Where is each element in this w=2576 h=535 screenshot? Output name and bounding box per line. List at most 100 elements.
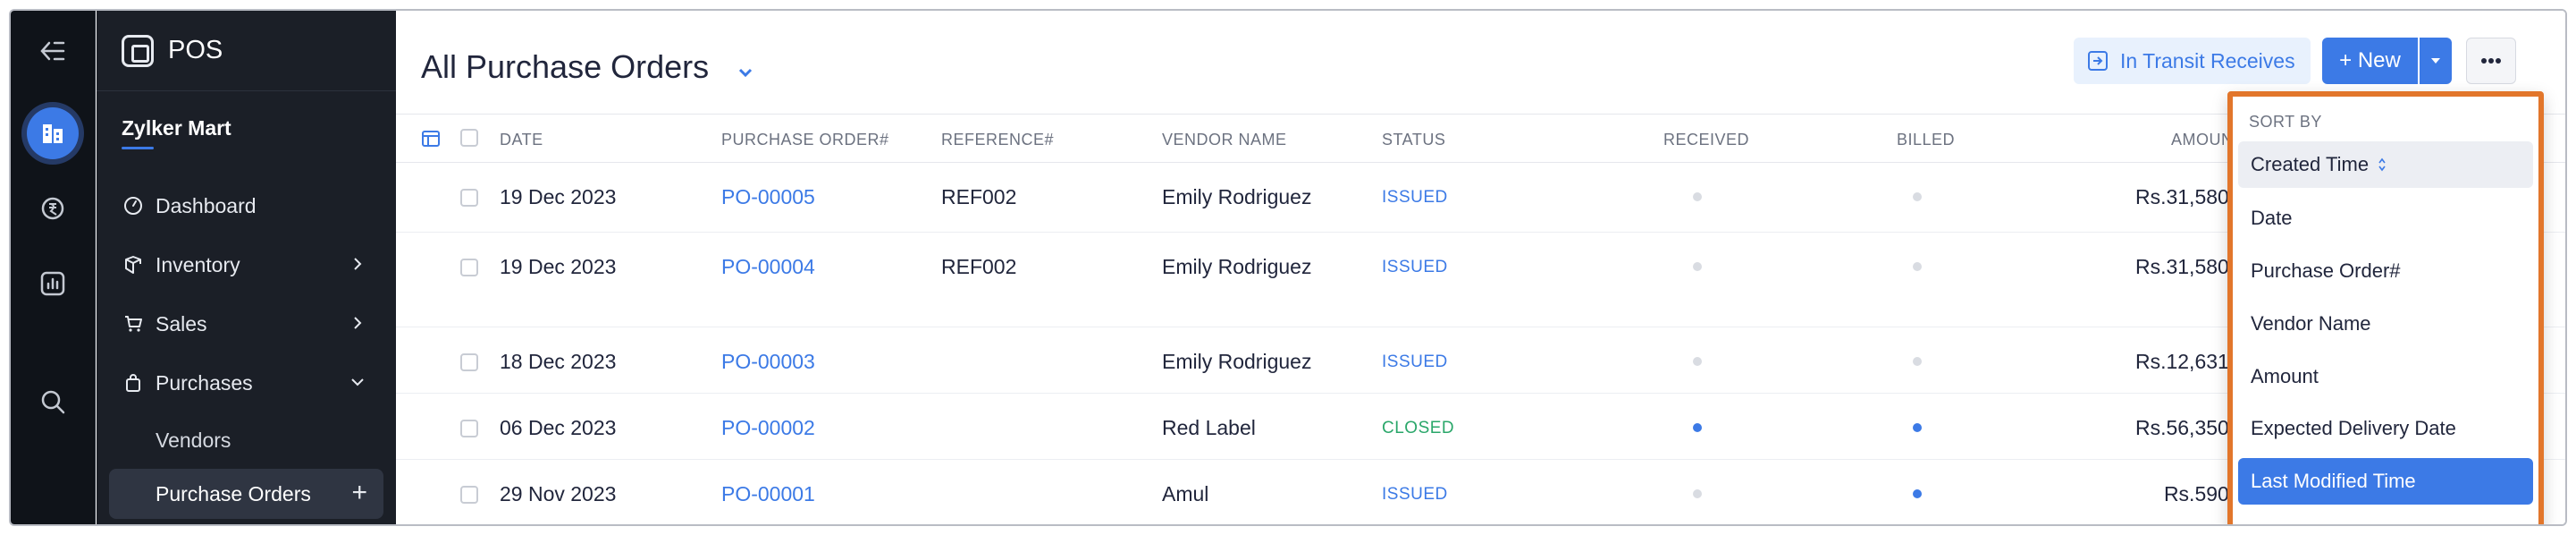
sort-option-purchase-order[interactable]: Purchase Order# [2238, 248, 2533, 294]
row-checkbox[interactable] [460, 259, 478, 276]
more-dots-icon [2481, 58, 2501, 64]
sort-option-amount[interactable]: Amount [2238, 353, 2533, 400]
cell-vendor-name: Emily Rodriguez [1162, 350, 1312, 373]
sidebar-item-sales[interactable]: Sales [109, 299, 383, 349]
column-header-date[interactable]: DATE [500, 131, 543, 149]
cell-purchase-order-link[interactable]: PO-00005 [721, 185, 815, 209]
transit-icon [2088, 51, 2108, 71]
sort-option-last-modified-time[interactable]: Last Modified Time [2238, 458, 2533, 505]
sidebar-item-label: Sales [156, 311, 207, 335]
column-header-billed[interactable]: BILLED [1897, 131, 1955, 149]
column-header-reference[interactable]: REFERENCE# [941, 131, 1054, 149]
sort-option-label: Expected Delivery Date [2251, 417, 2456, 439]
sidebar-item-label: Purchase Orders [156, 481, 311, 505]
cell-amount: Rs.12,631.0 [2134, 350, 2246, 373]
chevron-down-icon [351, 378, 364, 386]
sort-by-heading: SORT BY [2249, 113, 2322, 131]
row-checkbox[interactable] [460, 189, 478, 207]
column-header-purchase-order[interactable]: PURCHASE ORDER# [721, 131, 889, 149]
sort-option-label: Vendor Name [2251, 312, 2371, 335]
currency-icon[interactable] [30, 186, 75, 231]
dashboard-icon [123, 196, 143, 216]
app-name: POS [168, 36, 223, 64]
received-status-dot [1693, 423, 1702, 432]
company-name[interactable]: Zylker Mart [122, 116, 232, 140]
new-button[interactable]: + New [2322, 38, 2418, 84]
sort-option-label: Created Time [2251, 153, 2370, 175]
column-header-received[interactable]: RECEIVED [1663, 131, 1749, 149]
cell-purchase-order-link[interactable]: PO-00004 [721, 255, 815, 279]
select-all-checkbox[interactable] [460, 129, 478, 147]
cell-purchase-order-link[interactable]: PO-00001 [721, 482, 815, 506]
cell-vendor-name: Red Label [1162, 416, 1256, 439]
sidebar-item-purchases[interactable]: Purchases [109, 358, 383, 408]
sidebar-item-vendors[interactable]: Vendors [109, 415, 383, 465]
cell-date: 29 Nov 2023 [500, 482, 617, 505]
cell-purchase-order-link[interactable]: PO-00003 [721, 350, 815, 374]
icon-rail [11, 11, 96, 524]
cell-amount: Rs.31,580.2 [2134, 255, 2246, 278]
more-options-button[interactable] [2466, 38, 2516, 84]
billed-status-dot [1913, 262, 1922, 271]
sort-option-created-time[interactable]: Created Time [2238, 141, 2533, 188]
row-checkbox[interactable] [460, 420, 478, 437]
cell-amount: Rs.590.0 [2163, 482, 2246, 505]
inventory-icon [123, 255, 143, 275]
sidebar: POS Zylker Mart Dashboard Inventory Sale… [97, 11, 396, 524]
sort-option-label: Purchase Order# [2251, 259, 2401, 282]
app-header[interactable]: POS [97, 11, 396, 91]
add-purchase-order-icon[interactable]: + [351, 480, 367, 506]
column-header-status[interactable]: STATUS [1382, 131, 1445, 149]
sidebar-item-label: Inventory [156, 252, 240, 276]
cell-date: 06 Dec 2023 [500, 416, 617, 439]
cell-vendor-name: Emily Rodriguez [1162, 255, 1312, 278]
view-selector-chevron-icon[interactable] [736, 63, 755, 82]
sidebar-item-purchase-orders[interactable]: Purchase Orders + [109, 469, 383, 519]
new-options-button[interactable] [2420, 38, 2452, 84]
cell-vendor-name: Emily Rodriguez [1162, 185, 1312, 208]
cell-purchase-order-link[interactable]: PO-00002 [721, 416, 815, 440]
cell-date: 19 Dec 2023 [500, 185, 617, 208]
caret-down-icon [2431, 58, 2440, 64]
received-status-dot [1693, 192, 1702, 201]
cell-reference: REF002 [941, 255, 1017, 278]
cell-vendor-name: Amul [1162, 482, 1209, 505]
sort-option-label: Last Modified Time [2251, 470, 2416, 492]
row-checkbox[interactable] [460, 353, 478, 371]
reports-icon[interactable] [30, 261, 75, 306]
column-header-vendor-name[interactable]: VENDOR NAME [1162, 131, 1287, 149]
row-checkbox[interactable] [460, 486, 478, 504]
sidebar-item-dashboard[interactable]: Dashboard [109, 181, 383, 231]
cell-date: 19 Dec 2023 [500, 255, 617, 278]
in-transit-label: In Transit Receives [2120, 48, 2295, 72]
app-window: POS Zylker Mart Dashboard Inventory Sale… [9, 9, 2567, 526]
status-badge: ISSUED [1382, 258, 1448, 276]
in-transit-receives-button[interactable]: In Transit Receives [2074, 38, 2311, 84]
received-status-dot [1693, 489, 1702, 498]
collapse-sidebar-icon[interactable] [30, 29, 75, 73]
sort-option-vendor-name[interactable]: Vendor Name [2238, 301, 2533, 347]
chevron-right-icon [354, 258, 362, 270]
sidebar-item-label: Dashboard [156, 193, 257, 217]
received-status-dot [1693, 262, 1702, 271]
billed-status-dot [1913, 423, 1922, 432]
sort-option-label: Date [2251, 207, 2293, 229]
cell-amount: Rs.56,350.0 [2134, 416, 2246, 439]
bag-icon [123, 373, 143, 393]
sort-option-date[interactable]: Date [2238, 195, 2533, 242]
page-title[interactable]: All Purchase Orders [421, 48, 709, 86]
sort-option-expected-delivery-date[interactable]: Expected Delivery Date [2238, 405, 2533, 452]
sort-by-menu: SORT BY Created Time Date Purchase Order… [2227, 91, 2544, 524]
received-status-dot [1693, 357, 1702, 366]
cell-date: 18 Dec 2023 [500, 350, 617, 373]
sidebar-item-inventory[interactable]: Inventory [109, 240, 383, 290]
column-settings-icon[interactable] [421, 129, 441, 149]
status-badge: ISSUED [1382, 188, 1448, 207]
search-icon[interactable] [30, 379, 75, 424]
pos-logo-icon [122, 34, 154, 67]
org-building-icon[interactable] [27, 107, 79, 159]
sort-option-label: Amount [2251, 365, 2319, 387]
company-underline [122, 147, 154, 149]
sidebar-item-label: Purchases [156, 370, 253, 395]
sidebar-item-label: Vendors [156, 428, 232, 452]
